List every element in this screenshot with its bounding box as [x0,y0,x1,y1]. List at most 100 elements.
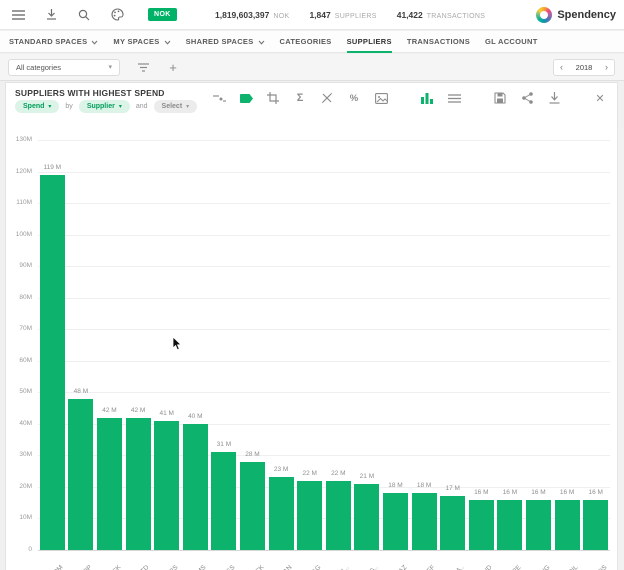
chevron-down-icon: ▾ [186,103,189,110]
bar-UTERS[interactable] [154,421,179,550]
scrollbar[interactable] [617,128,624,570]
palette-icon[interactable] [109,7,125,23]
y-tick-label: 30M [6,451,32,458]
y-tick-label: 10M [6,514,32,521]
bar-chart-icon[interactable] [420,91,434,105]
percent-icon[interactable]: % [347,91,361,105]
bar-SUL..[interactable] [326,481,351,550]
gridline [38,392,610,393]
gridline [38,518,610,519]
chart-panel: SUPPLIERS WITH HIGHEST SPEND Spend▾ by S… [5,82,618,570]
bar-AWA..[interactable] [440,496,465,550]
bar-Y BIG..[interactable] [354,484,379,550]
brand-name: Spendency [557,9,616,21]
bar-WARE[interactable] [497,500,522,550]
tab-standard-spaces[interactable]: STANDARD SPACES [9,31,98,53]
sum-icon[interactable]: Σ [293,91,307,105]
tab-categories[interactable]: CATEGORIES [280,31,332,53]
y-tick-label: 120M [6,168,32,175]
stat: 41,422TRANSACTIONS [397,10,485,20]
secondary-select-pill[interactable]: Select▾ [154,100,198,113]
tab-gl-account[interactable]: GL ACCOUNT [485,31,538,53]
toolbar-separator [401,91,407,105]
and-label: and [136,103,148,110]
trend-icon[interactable] [212,91,226,105]
bar-SPAN[interactable] [269,477,294,550]
main-nav: STANDARD SPACES MY SPACES SHARED SPACES CAT… [0,31,624,53]
menu-icon[interactable] [10,7,26,23]
bar-ND AG[interactable] [297,481,322,550]
year-prev-button[interactable]: ‹ [560,63,563,72]
crop-icon[interactable] [266,91,280,105]
bar-.COM[interactable] [40,175,65,550]
save-icon[interactable] [493,91,507,105]
bar-value-label: 40 M [175,413,215,420]
add-filter-icon[interactable]: + [166,60,180,74]
by-label: by [65,103,72,110]
gridline [38,329,610,330]
filter-bar: All categories ▾ + ‹ 2018 › [0,54,624,81]
bar-ROCK[interactable] [240,462,265,550]
dimension-pill[interactable]: Supplier▾ [79,100,130,113]
image-icon[interactable] [374,91,388,105]
top-bar: NOK 1,819,603,397NOK1,847SUPPLIERS41,422… [0,0,624,30]
topbar-stats: 1,819,603,397NOK1,847SUPPLIERS41,422TRAN… [215,0,485,30]
list-view-icon[interactable] [447,91,461,105]
tab-shared-spaces[interactable]: SHARED SPACES [186,31,265,53]
search-icon[interactable] [76,7,92,23]
tab-my-spaces[interactable]: MY SPACES [113,31,170,53]
bar-chart: 130M120M110M100M90M80M70M60M50M40M30M20M… [6,123,617,570]
export-download-icon[interactable] [547,91,561,105]
tab-transactions[interactable]: TRANSACTIONS [407,31,470,53]
share-icon[interactable] [520,91,534,105]
currency-badge[interactable]: NOK [148,8,177,21]
close-icon[interactable]: ✕ [593,91,607,105]
gridline [38,424,610,425]
bar-CH OIL[interactable] [555,500,580,550]
bar-RA LTD[interactable] [126,418,151,550]
bar-value-label: 31 M [204,441,244,448]
bar-value-label: 21 M [347,473,387,480]
y-tick-label: 100M [6,231,32,238]
bar-KAMAZ[interactable] [383,493,408,550]
bar-LOND[interactable] [469,500,494,550]
y-tick-label: 70M [6,325,32,332]
query-pills: Spend▾ by Supplier▾ and Select▾ [15,100,197,113]
bar-FOODS[interactable] [583,500,608,550]
label-icon[interactable] [239,91,253,105]
y-tick-label: 60M [6,357,32,364]
download-icon[interactable] [43,7,59,23]
stat: 1,847SUPPLIERS [309,10,376,20]
toolbar-separator [474,91,480,105]
year-value[interactable]: 2018 [576,63,593,72]
bar-RISES[interactable] [211,452,236,550]
year-next-button[interactable]: › [605,63,608,72]
bar-STUFF[interactable] [412,493,437,550]
chevron-down-icon: ▾ [48,103,51,110]
app-window: NOK 1,819,603,397NOK1,847SUPPLIERS41,422… [0,0,624,570]
gridline [38,140,610,141]
bar-KONG[interactable] [526,500,551,550]
chevron-down-icon: ▾ [108,63,112,71]
panel-toolbar: Σ % ✕ [212,91,607,105]
y-tick-label: 20M [6,483,32,490]
x-axis-line [38,550,610,551]
bar-value-label: 48 M [61,388,101,395]
year-stepper: ‹ 2018 › [553,59,615,76]
category-select[interactable]: All categories ▾ [8,59,120,76]
toolbar-separator [574,91,580,105]
strikethrough-x-icon[interactable] [320,91,334,105]
y-tick-label: 50M [6,388,32,395]
tab-suppliers[interactable]: SUPPLIERS [347,31,392,53]
gridline [38,361,610,362]
y-tick-label: 130M [6,136,32,143]
gridline [38,203,610,204]
gridline [38,266,610,267]
y-tick-label: 0 [6,546,32,553]
gridline [38,172,610,173]
bar-ESTOP[interactable] [68,399,93,550]
brand-logo-icon [536,7,552,23]
measure-pill[interactable]: Spend▾ [15,100,59,113]
filter-icon[interactable] [136,60,150,74]
bar-AERSK[interactable] [97,418,122,550]
